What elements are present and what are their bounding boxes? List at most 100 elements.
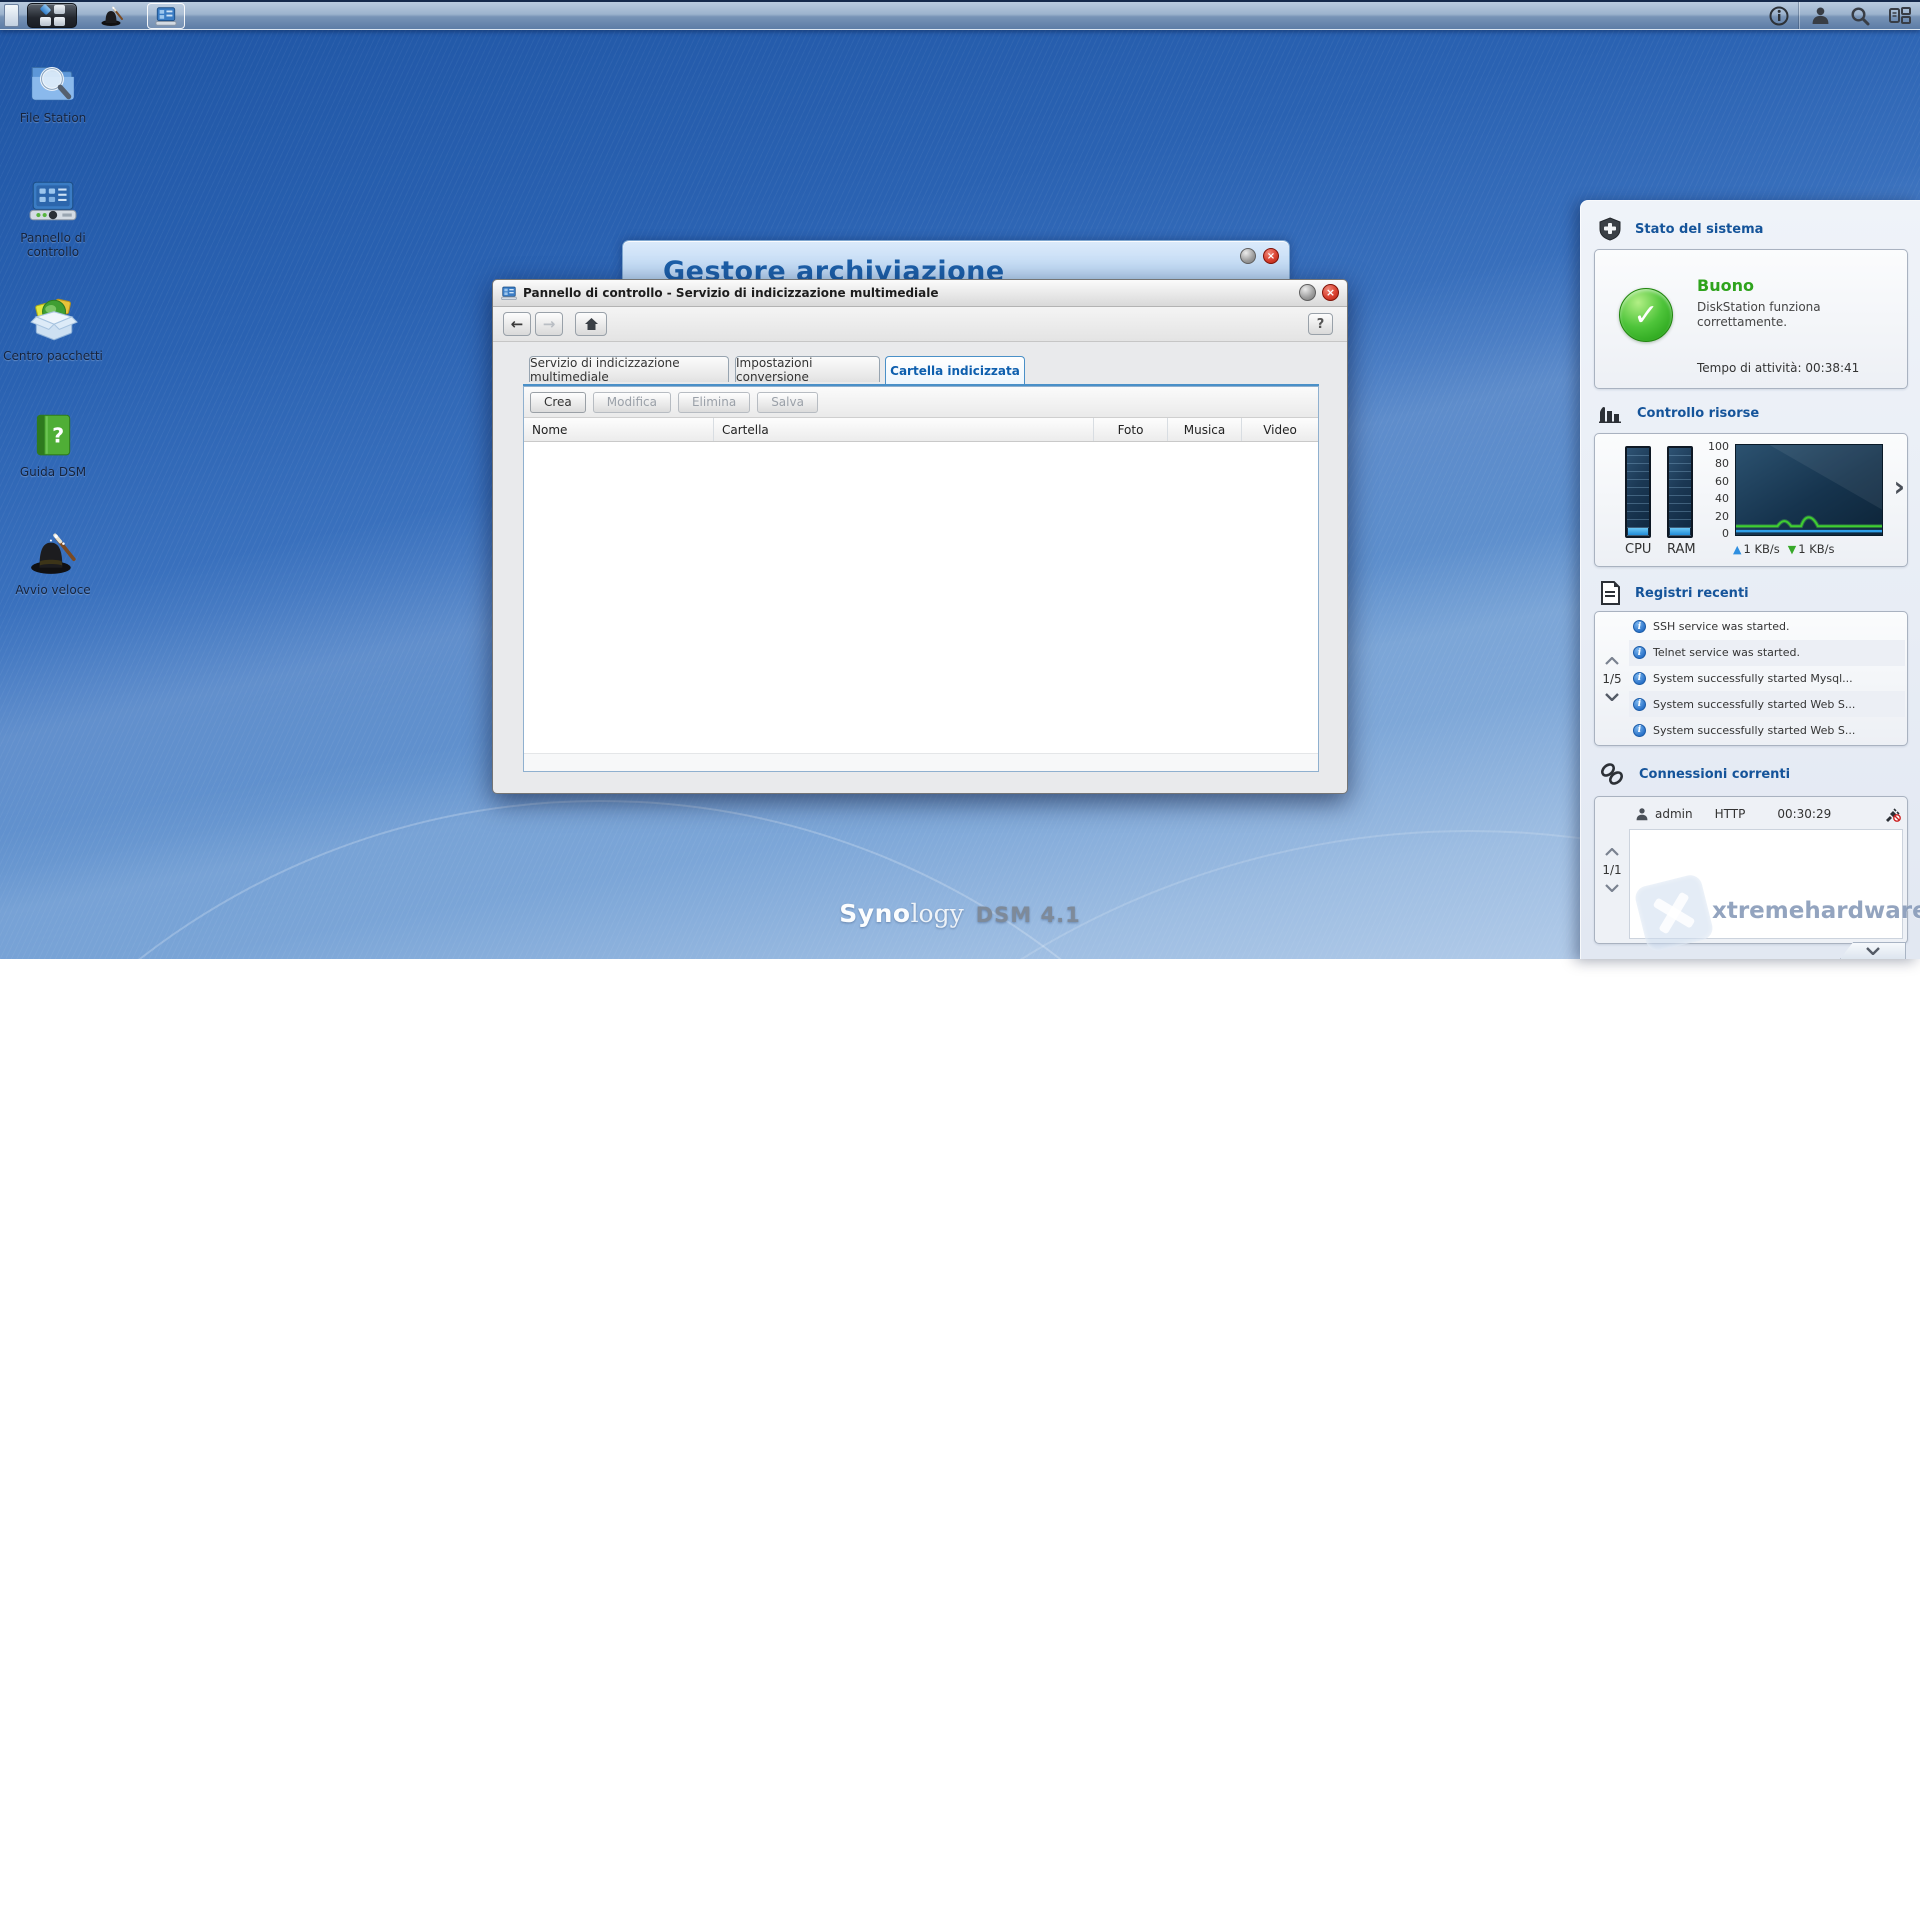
quick-start-icon [100, 4, 124, 28]
connections-panel: 1/1 admin HTTP 00:30:29 [1594, 796, 1908, 944]
column-header-music[interactable]: Musica [1168, 418, 1242, 441]
tab-media-indexing-service[interactable]: Servizio di indicizzazione multimediale [529, 356, 729, 382]
desktop-icon-control-panel[interactable]: Pannello di controllo [0, 176, 106, 259]
minimize-button[interactable] [1299, 284, 1316, 301]
network-chart-y-axis: 100 80 60 40 20 0 [1699, 440, 1729, 540]
desktop-icon-label: Avvio veloce [15, 583, 90, 597]
tab-indexed-folder[interactable]: Cartella indicizzata [885, 356, 1025, 384]
desktop-icon-label: Centro pacchetti [3, 349, 103, 363]
widget-collapse-tab[interactable] [1840, 942, 1906, 959]
log-entry: i System successfully started Mysql... [1629, 666, 1905, 692]
package-center-icon [28, 294, 78, 344]
chevron-down-icon [1866, 947, 1880, 955]
user-icon [1811, 6, 1830, 25]
search-button[interactable] [1840, 2, 1880, 29]
table-footer [524, 753, 1318, 771]
help-button[interactable]: ? [1308, 313, 1333, 335]
info-icon: i [1633, 724, 1646, 737]
desktop-icon-quick-start[interactable]: Avvio veloce [0, 528, 106, 597]
recent-logs-panel: 1/5 i SSH service was started. i Telnet … [1594, 611, 1908, 746]
connections-pager: 1/1 [1595, 797, 1629, 943]
system-info-button[interactable] [1759, 2, 1799, 29]
forward-button[interactable]: → [535, 312, 563, 336]
column-header-name[interactable]: Nome [524, 418, 714, 441]
brand-bold: Syno [839, 899, 910, 928]
file-station-icon [28, 56, 78, 106]
page-down-icon[interactable] [1605, 884, 1619, 892]
upload-arrow-icon: ▲ [1733, 543, 1741, 556]
system-widget-panel: Stato del sistema ✓ Buono DiskStation fu… [1580, 200, 1920, 959]
control-panel-icon [28, 176, 78, 226]
window-control-panel-media-indexing[interactable]: Pannello di controllo - Servizio di indi… [492, 279, 1348, 794]
info-icon: i [1633, 698, 1646, 711]
connection-protocol: HTTP [1715, 807, 1746, 821]
tab-conversion-settings[interactable]: Impostazioni conversione [735, 356, 880, 382]
window-storage-manager[interactable]: Gestore archiviazione × [622, 240, 1290, 282]
desktop-icon-file-station[interactable]: File Station [0, 56, 106, 125]
section-title: Controllo risorse [1637, 406, 1759, 421]
connection-duration: 00:30:29 [1777, 807, 1831, 821]
column-header-video[interactable]: Video [1242, 418, 1318, 441]
info-icon: i [1633, 672, 1646, 685]
dialog-nav-toolbar: ← → ? [493, 307, 1347, 342]
section-header-resource-monitor: Controllo risorse [1599, 403, 1759, 423]
status-text: Buono [1697, 276, 1754, 295]
minimize-button[interactable] [1240, 248, 1256, 264]
info-icon: i [1633, 646, 1646, 659]
page-down-icon[interactable] [1605, 693, 1619, 701]
desktop-icon-package-center[interactable]: Centro pacchetti [0, 294, 106, 363]
back-button[interactable]: ← [503, 312, 531, 336]
desktop-icon-dsm-help[interactable]: ? Guida DSM [0, 410, 106, 479]
create-button[interactable]: Crea [530, 392, 586, 413]
cpu-label: CPU [1625, 542, 1651, 557]
edit-button[interactable]: Modifica [593, 392, 671, 413]
taskbar-right-group [1799, 2, 1920, 29]
control-panel-icon [501, 285, 517, 301]
taskbar-item-control-panel[interactable] [147, 3, 185, 29]
connection-user: admin [1655, 807, 1693, 821]
column-header-folder[interactable]: Cartella [714, 418, 1094, 441]
bar-chart-icon [1599, 403, 1623, 423]
disconnect-icon[interactable] [1884, 807, 1901, 822]
pilot-view-button[interactable] [1880, 2, 1920, 29]
synology-dsm-logo: Syno logy DSM 4.1 [839, 899, 1080, 928]
logs-pager: 1/5 [1595, 612, 1629, 745]
download-speed: 1 KB/s [1798, 542, 1834, 556]
user-menu-button[interactable] [1800, 2, 1840, 29]
page-up-icon[interactable] [1605, 657, 1619, 665]
ram-label: RAM [1667, 542, 1693, 557]
section-header-system-health: Stato del sistema [1599, 217, 1763, 241]
dialog-titlebar[interactable]: Pannello di controllo - Servizio di indi… [493, 280, 1347, 307]
main-menu-button[interactable] [27, 3, 77, 28]
expand-resource-monitor-chevron[interactable]: › [1893, 470, 1905, 503]
home-button[interactable] [575, 312, 607, 336]
resource-monitor-panel[interactable]: CPU RAM 100 80 60 40 20 0 ▲ 1 KB/s ▼ [1594, 433, 1908, 567]
status-description: DiskStation funziona correttamente. [1697, 300, 1887, 330]
uptime: Tempo di attività: 00:38:41 [1697, 361, 1859, 375]
search-icon [1850, 6, 1870, 26]
table-body-empty [524, 442, 1318, 753]
delete-button[interactable]: Elimina [678, 392, 750, 413]
uptime-value: 00:38:41 [1805, 361, 1859, 375]
document-icon [1599, 581, 1621, 605]
desktop-icon-label: Pannello di controllo [0, 231, 106, 259]
page-up-icon[interactable] [1605, 848, 1619, 856]
close-button[interactable]: × [1322, 284, 1339, 301]
log-entry: i Telnet service was started. [1629, 640, 1905, 666]
show-desktop-button[interactable] [4, 4, 19, 27]
save-button[interactable]: Salva [757, 392, 818, 413]
dsm-help-icon: ? [28, 410, 78, 460]
section-header-recent-logs: Registri recenti [1599, 581, 1749, 605]
close-button[interactable]: × [1263, 248, 1279, 264]
brand-light: logy [911, 899, 964, 928]
network-chart [1735, 444, 1883, 536]
column-header-photo[interactable]: Foto [1094, 418, 1168, 441]
info-icon [1769, 6, 1789, 26]
download-arrow-icon: ▼ [1788, 543, 1796, 556]
section-title: Connessioni correnti [1639, 767, 1790, 782]
desktop-icon-label: Guida DSM [20, 465, 86, 479]
dialog-title: Pannello di controllo - Servizio di indi… [523, 286, 939, 300]
taskbar-item-quick-start[interactable] [93, 3, 131, 29]
section-title: Stato del sistema [1635, 222, 1763, 237]
svg-text:?: ? [52, 423, 64, 447]
